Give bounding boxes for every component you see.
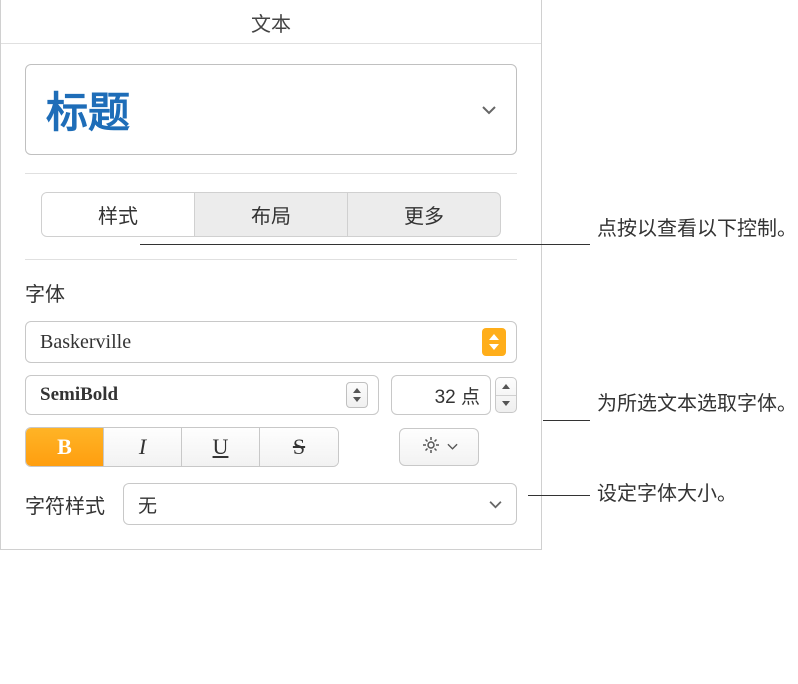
font-family-value: Baskerville: [40, 331, 131, 354]
dropdown-stepper-icon: [346, 382, 368, 408]
font-family-dropdown[interactable]: Baskerville: [25, 321, 517, 363]
dropdown-stepper-icon: [482, 328, 506, 356]
chevron-down-icon: [482, 105, 496, 115]
panel-body: 标题 样式 布局 更多 字体 Baskerville SemiBold: [1, 44, 541, 549]
font-size-stepper[interactable]: [495, 377, 517, 413]
callout-line: [543, 420, 590, 421]
tab-layout[interactable]: 布局: [195, 193, 348, 236]
font-weight-value: SemiBold: [40, 384, 118, 406]
character-style-value: 无: [138, 491, 157, 518]
callout-line: [528, 495, 590, 496]
font-weight-dropdown[interactable]: SemiBold: [25, 375, 379, 415]
callout-font: 为所选文本选取字体。: [597, 390, 797, 418]
stepper-down[interactable]: [496, 396, 516, 413]
font-size-input[interactable]: 32 点: [391, 375, 491, 415]
underline-button[interactable]: U: [182, 428, 260, 466]
format-panel: 文本 标题 样式 布局 更多 字体 Baskerville SemiBold: [0, 0, 542, 550]
divider: [25, 259, 517, 260]
panel-title: 文本: [1, 0, 541, 44]
callout-size: 设定字体大小。: [597, 480, 737, 508]
advanced-options-button[interactable]: [399, 428, 479, 466]
strikethrough-button[interactable]: S: [260, 428, 338, 466]
character-style-label: 字符样式: [25, 490, 105, 519]
gear-icon: [421, 435, 441, 460]
paragraph-style-label: 标题: [46, 79, 130, 140]
callout-tabs: 点按以查看以下控制。: [597, 215, 797, 243]
paragraph-style-dropdown[interactable]: 标题: [25, 64, 517, 155]
font-size-value: 32 点: [435, 382, 480, 409]
callout-line: [140, 244, 590, 245]
character-style-dropdown[interactable]: 无: [123, 483, 517, 525]
text-format-group: B I U S: [25, 427, 339, 467]
chevron-down-icon: [447, 438, 458, 456]
chevron-down-icon: [489, 493, 502, 515]
italic-button[interactable]: I: [104, 428, 182, 466]
tab-style[interactable]: 样式: [42, 193, 195, 236]
divider: [25, 173, 517, 174]
tab-more[interactable]: 更多: [348, 193, 500, 236]
font-size-control: 32 点: [391, 375, 517, 415]
bold-button[interactable]: B: [26, 428, 104, 466]
stepper-up[interactable]: [496, 378, 516, 396]
tabs-segmented-control: 样式 布局 更多: [41, 192, 501, 237]
font-section-label: 字体: [25, 278, 517, 307]
